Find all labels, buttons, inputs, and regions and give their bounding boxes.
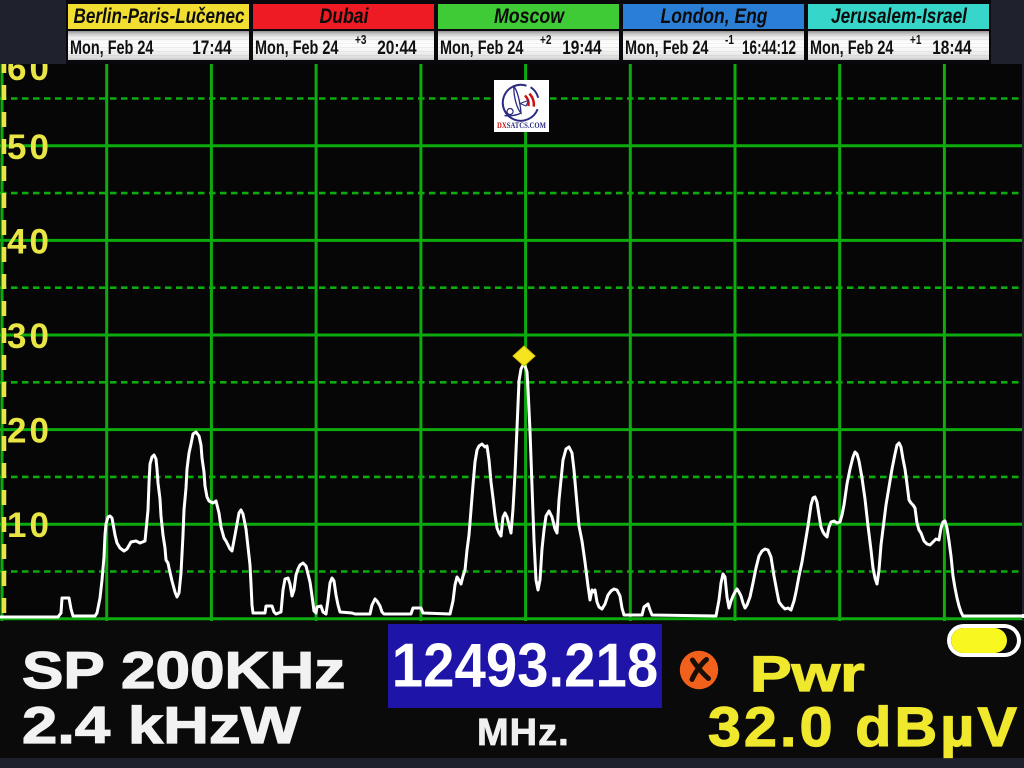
svg-text:40: 40	[7, 222, 52, 261]
svg-text:30: 30	[7, 317, 52, 356]
svg-text:20: 20	[7, 412, 52, 451]
svg-text:10: 10	[7, 506, 52, 545]
svg-text:50: 50	[7, 128, 52, 167]
svg-text:60: 60	[7, 64, 52, 88]
svg-text:DXSATCS.COM: DXSATCS.COM	[497, 120, 546, 130]
